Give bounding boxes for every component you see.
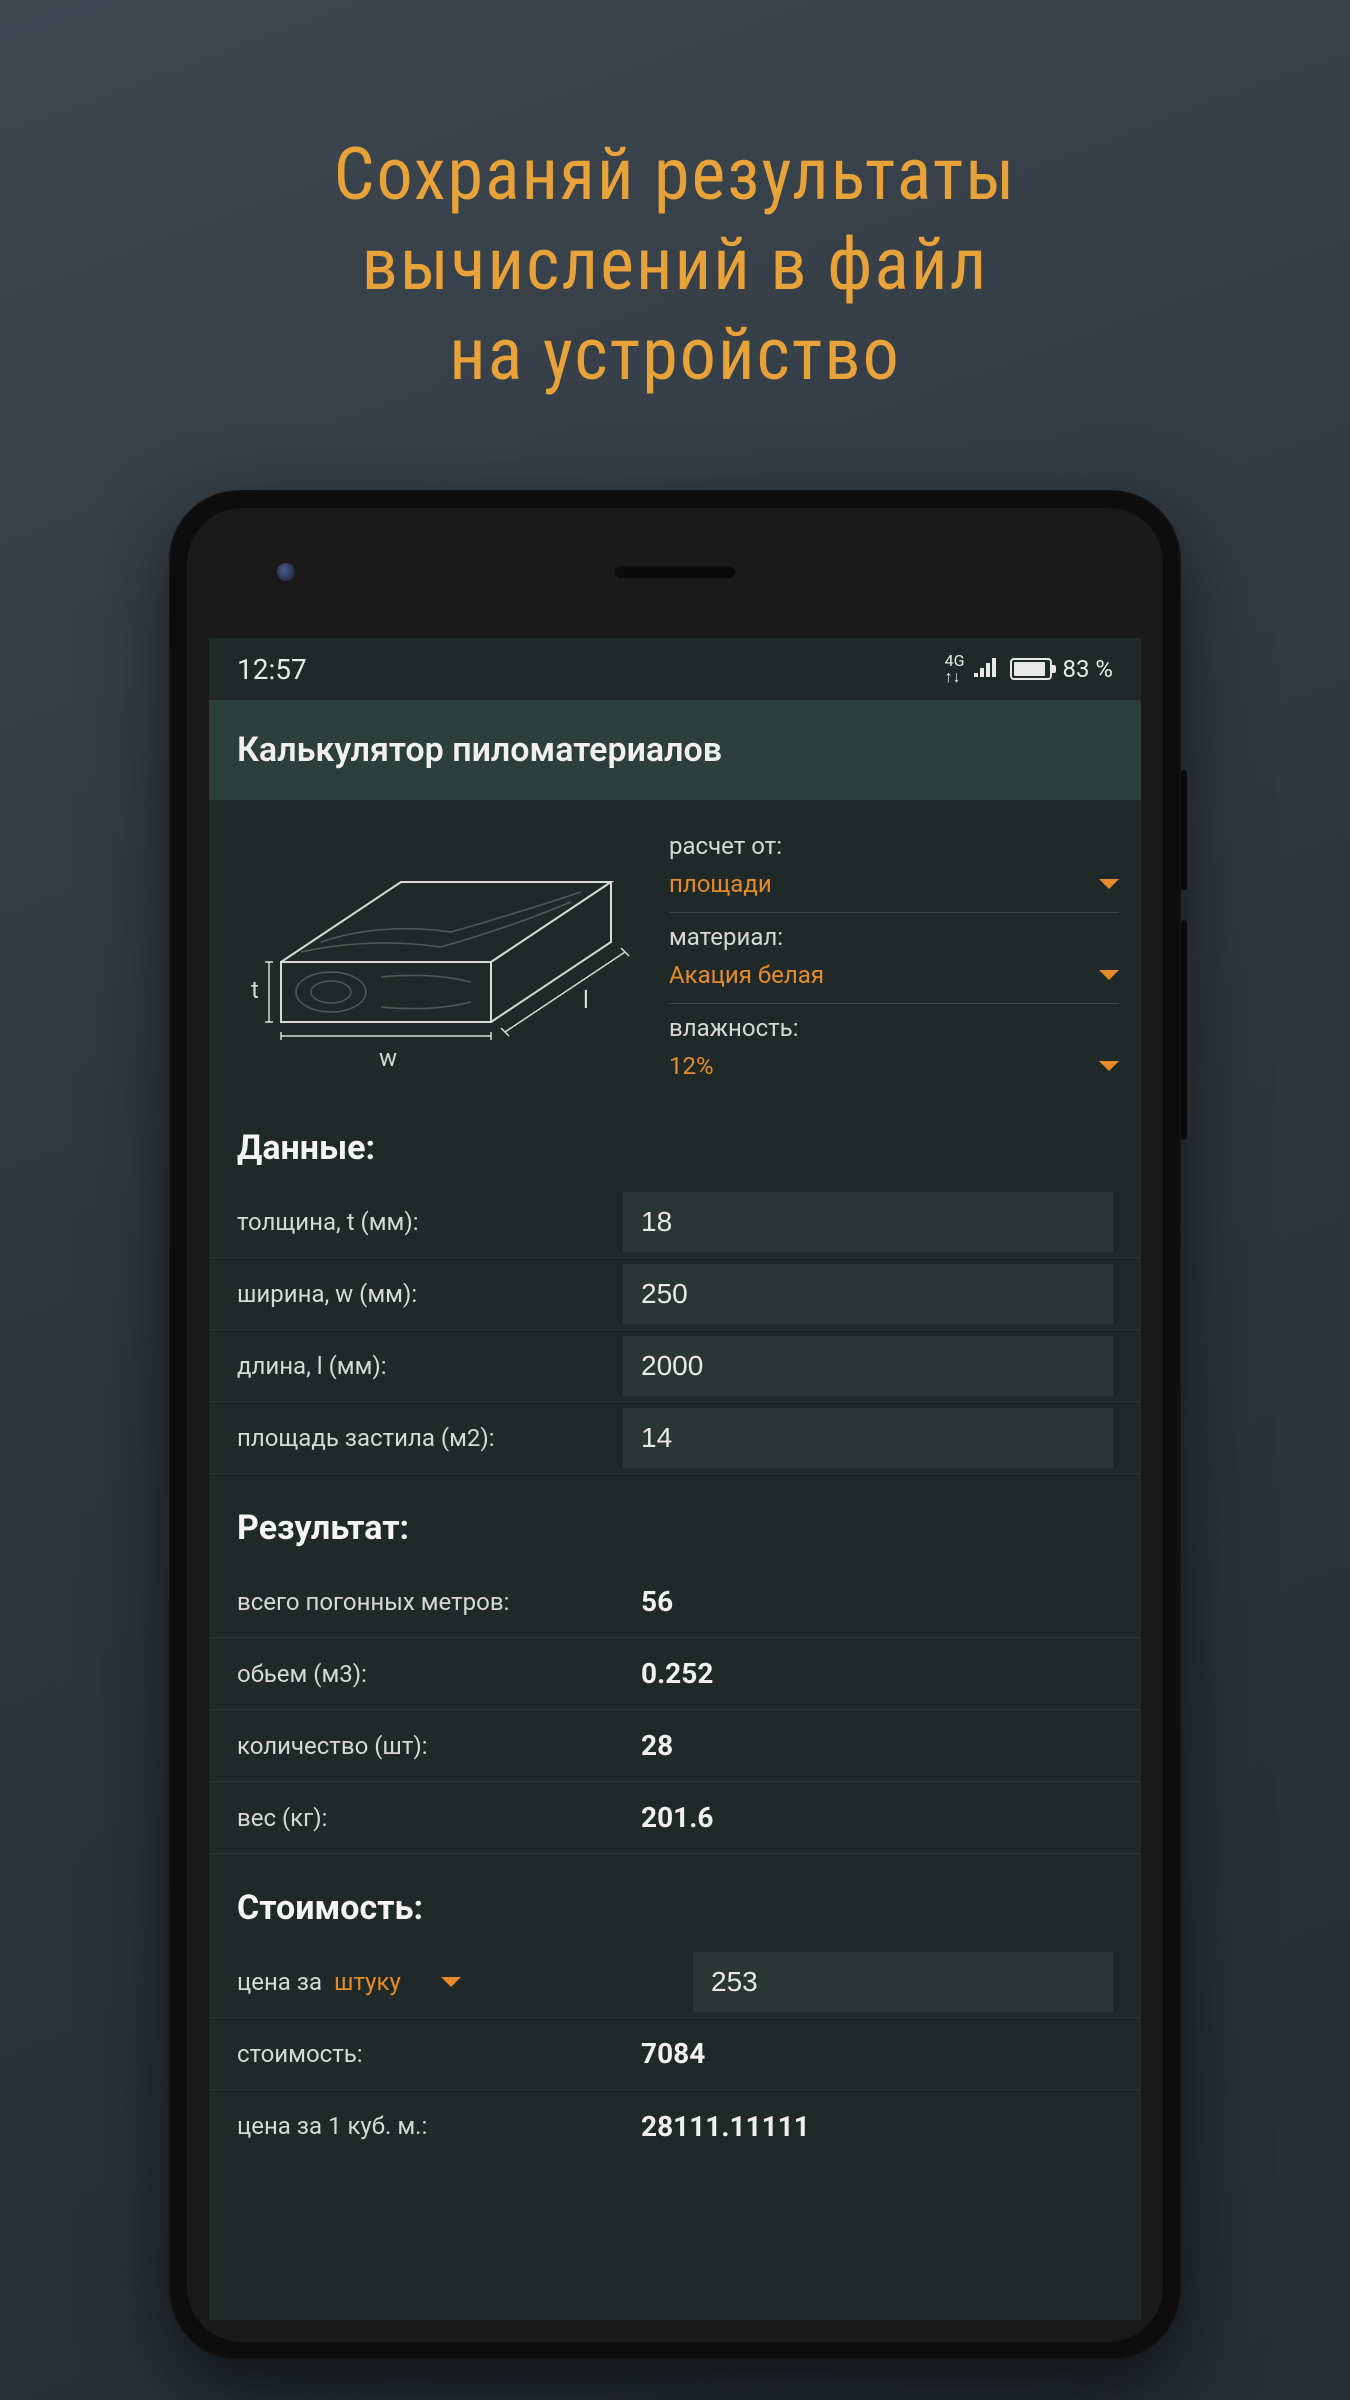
- per-cube-label: цена за 1 куб. м.:: [237, 2112, 623, 2140]
- diagram-t-label: t: [251, 976, 259, 1004]
- calc-from-dropdown[interactable]: расчет от: площади: [669, 822, 1119, 913]
- phone-speaker: [615, 566, 735, 578]
- promo-line-1: Сохраняй результаты: [0, 130, 1350, 220]
- phone-camera: [277, 563, 295, 581]
- app-header: Калькулятор пиломатериалов: [209, 700, 1141, 800]
- phone-power-button: [1181, 770, 1187, 890]
- material-dropdown[interactable]: материал: Акация белая: [669, 913, 1119, 1004]
- linear-meters-value: 56: [623, 1585, 1113, 1618]
- weight-label: вес (кг):: [237, 1804, 623, 1832]
- total-cost-value: 7084: [623, 2037, 1113, 2070]
- lumber-diagram: t w l: [231, 822, 651, 1092]
- chevron-down-icon: [441, 1977, 461, 1987]
- promo-heading: Сохраняй результаты вычислений в файл на…: [0, 0, 1350, 400]
- diagram-w-label: w: [379, 1044, 397, 1072]
- cost-section-title: Стоимость:: [209, 1854, 1141, 1946]
- diagram-l-label: l: [583, 986, 589, 1014]
- promo-line-2: вычислений в файл: [0, 220, 1350, 310]
- promo-line-3: на устройство: [0, 310, 1350, 400]
- price-per-label: цена за: [237, 1968, 322, 1996]
- status-time: 12:57: [237, 653, 307, 686]
- battery-percent: 83 %: [1062, 655, 1113, 683]
- calc-from-value: площади: [669, 870, 772, 898]
- thickness-label: толщина, t (мм):: [237, 1208, 623, 1236]
- price-unit-dropdown[interactable]: штуку: [334, 1968, 693, 1996]
- humidity-value: 12%: [669, 1052, 714, 1080]
- material-value: Акация белая: [669, 961, 824, 989]
- area-input[interactable]: [623, 1408, 1113, 1468]
- width-label: ширина, w (мм):: [237, 1280, 623, 1308]
- volume-label: обьем (м3):: [237, 1660, 623, 1688]
- app-screen: 12:57 4G↑↓ 83 % Калькулятор пиломатериал…: [209, 638, 1141, 2320]
- phone-volume-button: [1181, 920, 1187, 1140]
- chevron-down-icon: [1099, 970, 1119, 980]
- thickness-input[interactable]: [623, 1192, 1113, 1252]
- per-cube-value: 28111.11111: [623, 2110, 1113, 2143]
- battery-icon: [1010, 658, 1052, 680]
- app-title: Калькулятор пиломатериалов: [237, 730, 722, 770]
- price-unit-value: штуку: [334, 1968, 401, 1996]
- network-4g-icon: 4G↑↓: [945, 653, 965, 685]
- result-section-title: Результат:: [209, 1474, 1141, 1566]
- width-input[interactable]: [623, 1264, 1113, 1324]
- humidity-dropdown[interactable]: влажность: 12%: [669, 1004, 1119, 1094]
- volume-value: 0.252: [623, 1657, 1113, 1690]
- length-label: длина, l (мм):: [237, 1352, 623, 1380]
- weight-value: 201.6: [623, 1801, 1113, 1834]
- humidity-label: влажность:: [669, 1014, 1119, 1042]
- phone-frame: 12:57 4G↑↓ 83 % Калькулятор пиломатериал…: [169, 490, 1181, 2360]
- price-input[interactable]: [693, 1952, 1113, 2012]
- total-cost-label: стоимость:: [237, 2040, 623, 2068]
- length-input[interactable]: [623, 1336, 1113, 1396]
- area-label: площадь застила (м2):: [237, 1424, 623, 1452]
- linear-meters-label: всего погонных метров:: [237, 1588, 623, 1616]
- calc-from-label: расчет от:: [669, 832, 1119, 860]
- data-section-title: Данные:: [209, 1094, 1141, 1186]
- count-label: количество (шт):: [237, 1732, 623, 1760]
- status-bar: 12:57 4G↑↓ 83 %: [209, 638, 1141, 700]
- material-label: материал:: [669, 923, 1119, 951]
- signal-icon: [974, 655, 1000, 683]
- count-value: 28: [623, 1729, 1113, 1762]
- chevron-down-icon: [1099, 1061, 1119, 1071]
- chevron-down-icon: [1099, 879, 1119, 889]
